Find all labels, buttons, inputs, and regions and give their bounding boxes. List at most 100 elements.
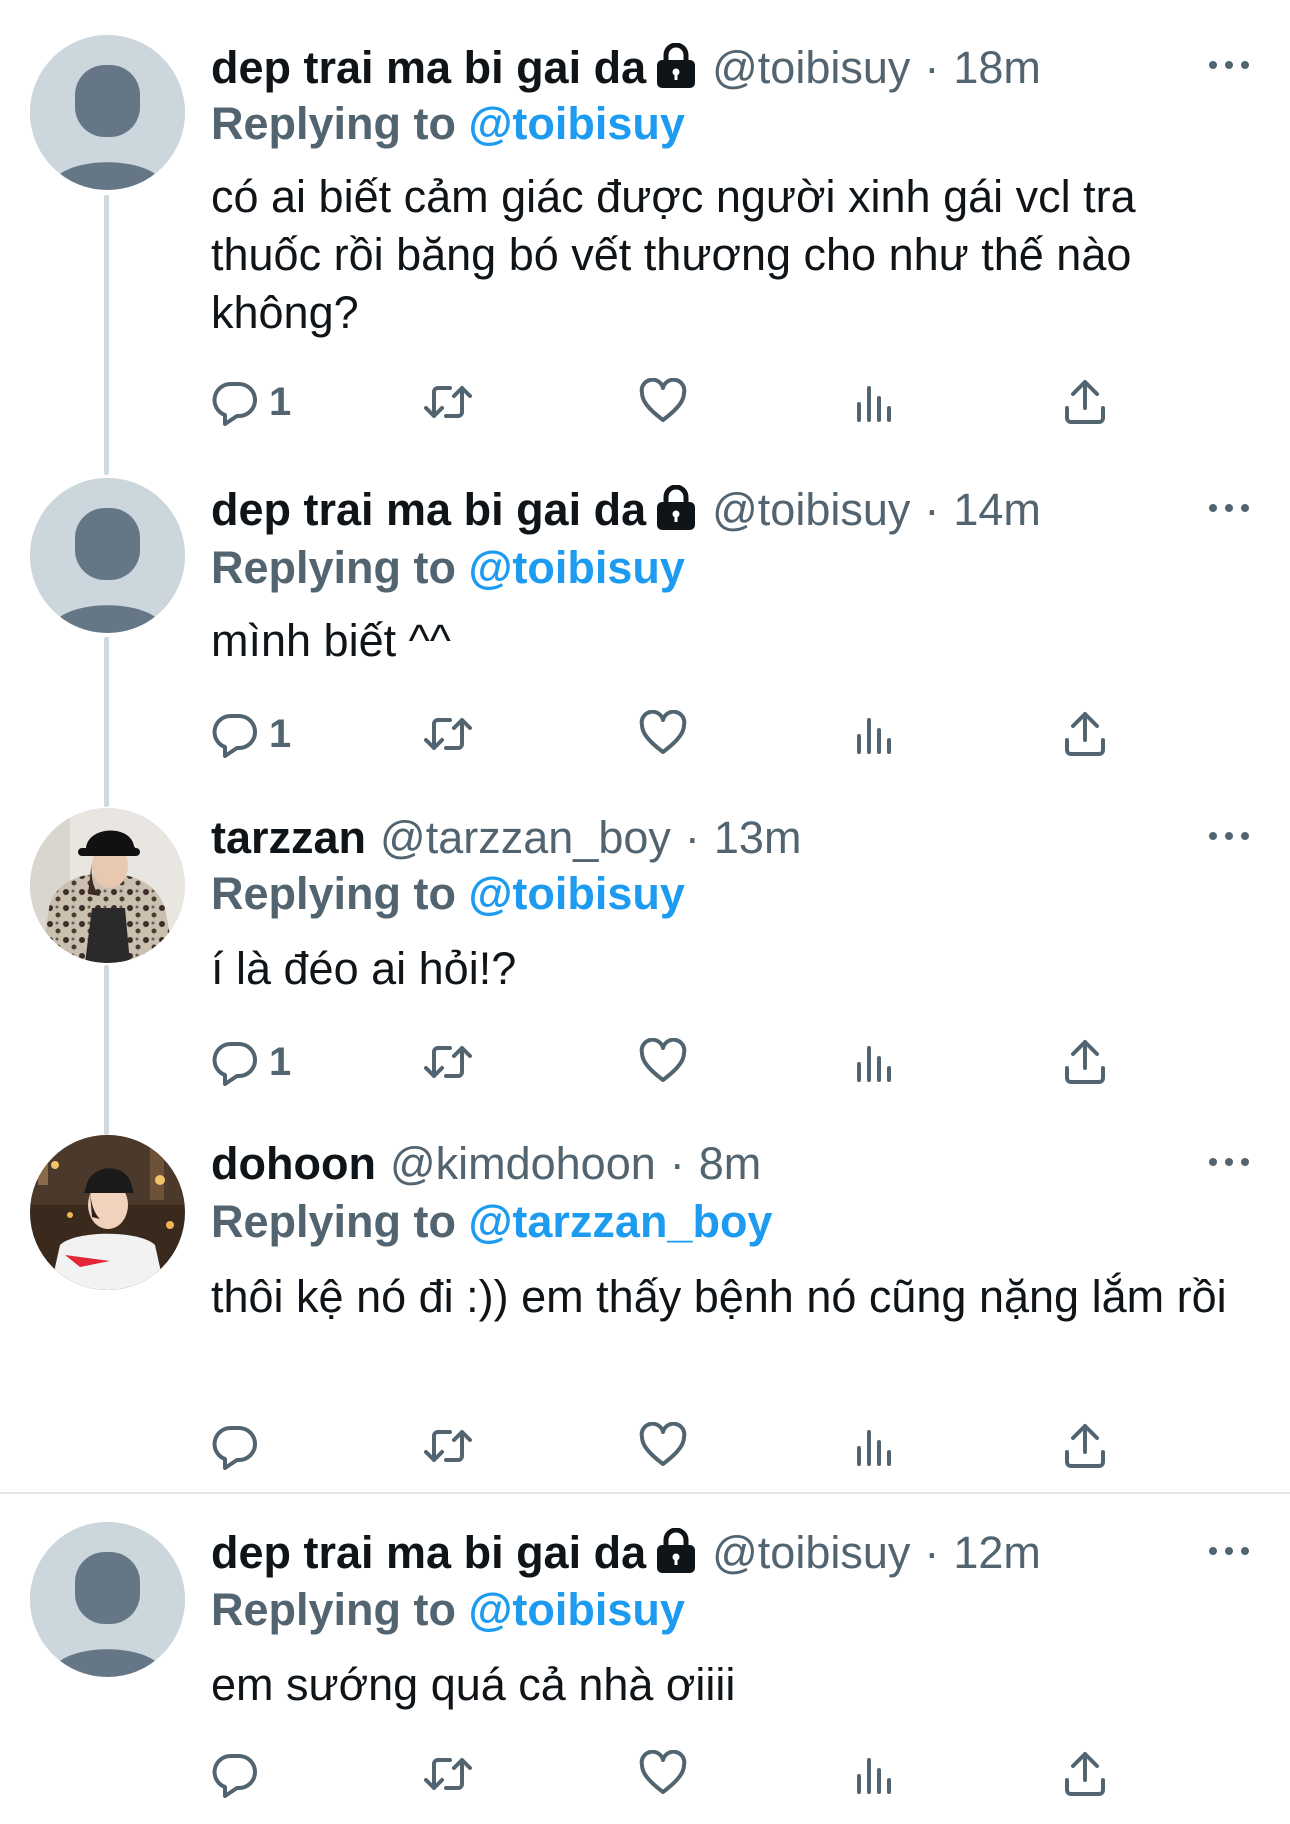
tweet-text: có ai biết cảm giác được người xinh gái … xyxy=(211,171,1136,338)
reply-button[interactable]: 1 xyxy=(211,708,291,760)
heart-icon xyxy=(639,1038,687,1082)
tweet-text: thôi kệ nó đi :)) em thấy bệnh nó cũng n… xyxy=(211,1271,1227,1322)
views-button[interactable] xyxy=(849,1036,897,1088)
reply-count: 1 xyxy=(269,379,292,424)
more-icon[interactable] xyxy=(1205,498,1253,518)
views-button[interactable] xyxy=(849,1420,897,1472)
share-button[interactable] xyxy=(1061,708,1109,760)
avatar[interactable] xyxy=(30,808,185,963)
like-button[interactable] xyxy=(639,1748,687,1800)
display-name[interactable]: dep trai ma bi gai da xyxy=(211,42,646,93)
share-icon xyxy=(1065,1040,1105,1084)
retweet-button[interactable] xyxy=(424,1420,472,1472)
replying-to: Replying to @toibisuy xyxy=(211,866,685,922)
mention-link[interactable]: @toibisuy xyxy=(469,98,685,149)
reply-icon xyxy=(212,1753,257,1798)
timestamp[interactable]: 12m xyxy=(953,1527,1041,1578)
like-button[interactable] xyxy=(639,708,687,760)
timestamp[interactable]: 18m xyxy=(953,42,1041,93)
views-icon xyxy=(857,1046,891,1082)
mention-link[interactable]: @tarzzan_boy xyxy=(469,1196,773,1247)
retweet-icon xyxy=(424,1430,472,1462)
display-name[interactable]: tarzzan xyxy=(211,812,366,863)
photo-avatar-icon xyxy=(30,808,185,963)
more-icon[interactable] xyxy=(1205,1541,1253,1561)
handle[interactable]: @toibisuy xyxy=(712,1527,910,1578)
thread-line xyxy=(104,965,109,1135)
tweet-actions xyxy=(211,1748,1251,1800)
share-icon xyxy=(1065,1424,1105,1468)
like-button[interactable] xyxy=(639,1420,687,1472)
more-icon[interactable] xyxy=(1205,55,1253,75)
default-avatar-icon xyxy=(30,478,185,633)
mention-link[interactable]: @toibisuy xyxy=(469,1584,685,1635)
share-button[interactable] xyxy=(1061,1036,1109,1088)
replying-label: Replying to xyxy=(211,1196,456,1247)
display-name[interactable]: dohoon xyxy=(211,1138,376,1189)
tweet-text: mình biết ^^ xyxy=(211,615,451,666)
thread-line xyxy=(104,637,109,807)
separator: · xyxy=(684,812,700,863)
replying-label: Replying to xyxy=(211,542,456,593)
mention-link[interactable]: @toibisuy xyxy=(469,542,685,593)
reply-button[interactable]: 1 xyxy=(211,376,291,428)
display-name[interactable]: dep trai ma bi gai da xyxy=(211,484,646,535)
handle[interactable]: @kimdohoon xyxy=(390,1138,656,1189)
tweet-header: dep trai ma bi gai da @toibisuy · 18m xyxy=(211,38,1161,98)
views-icon xyxy=(857,1758,891,1794)
views-button[interactable] xyxy=(849,376,897,428)
reply-button[interactable] xyxy=(211,1420,269,1472)
replying-label: Replying to xyxy=(211,1584,456,1635)
views-button[interactable] xyxy=(849,1748,897,1800)
lock-icon xyxy=(654,43,698,89)
retweet-button[interactable] xyxy=(424,708,472,760)
tweet-actions: 1 xyxy=(211,1036,1251,1088)
views-icon xyxy=(857,718,891,754)
timestamp[interactable]: 13m xyxy=(714,812,802,863)
tweet-actions xyxy=(211,1420,1251,1472)
reply-button[interactable] xyxy=(211,1748,269,1800)
handle[interactable]: @toibisuy xyxy=(712,484,910,535)
retweet-button[interactable] xyxy=(424,1036,472,1088)
reply-icon xyxy=(212,713,257,758)
handle[interactable]: @tarzzan_boy xyxy=(380,812,671,863)
more-icon[interactable] xyxy=(1205,826,1253,846)
lock-icon xyxy=(654,485,698,531)
reply-icon xyxy=(212,381,257,426)
timestamp[interactable]: 8m xyxy=(699,1138,762,1189)
mention-link[interactable]: @toibisuy xyxy=(469,868,685,919)
timestamp[interactable]: 14m xyxy=(953,484,1041,535)
lock-icon xyxy=(654,1528,698,1574)
share-icon xyxy=(1065,712,1105,756)
reply-count: 1 xyxy=(269,711,292,756)
avatar[interactable] xyxy=(30,1135,185,1290)
tweet[interactable]: dep trai ma bi gai da @toibisuy · 12m Reply… xyxy=(0,0,1290,1798)
views-button[interactable] xyxy=(849,708,897,760)
tweet-header: dep trai ma bi gai da @toibisuy · 12m xyxy=(211,1523,1161,1583)
like-button[interactable] xyxy=(639,376,687,428)
tweet-header: tarzzan @tarzzan_boy · 13m xyxy=(211,808,1161,868)
default-avatar-icon xyxy=(30,35,185,190)
display-name[interactable]: dep trai ma bi gai da xyxy=(211,1527,646,1578)
reply-icon xyxy=(212,1425,257,1470)
more-icon[interactable] xyxy=(1205,1152,1253,1172)
handle[interactable]: @toibisuy xyxy=(712,42,910,93)
retweet-button[interactable] xyxy=(424,1748,472,1800)
share-button[interactable] xyxy=(1061,1420,1109,1472)
separator: · xyxy=(669,1138,685,1189)
avatar[interactable] xyxy=(30,478,185,633)
share-button[interactable] xyxy=(1061,376,1109,428)
reply-button[interactable]: 1 xyxy=(211,1036,291,1088)
avatar[interactable] xyxy=(30,1522,185,1677)
avatar[interactable] xyxy=(30,35,185,190)
separator: · xyxy=(924,1527,940,1578)
share-button[interactable] xyxy=(1061,1748,1109,1800)
heart-icon xyxy=(639,710,687,754)
tweet-actions: 1 xyxy=(211,708,1251,760)
like-button[interactable] xyxy=(639,1036,687,1088)
retweet-icon xyxy=(424,718,472,750)
separator: · xyxy=(924,484,940,535)
retweet-icon xyxy=(424,1046,472,1078)
retweet-button[interactable] xyxy=(424,376,472,428)
tweet[interactable]: dep trai ma bi gai da @toibisuy · 18m Reply… xyxy=(0,0,1290,470)
